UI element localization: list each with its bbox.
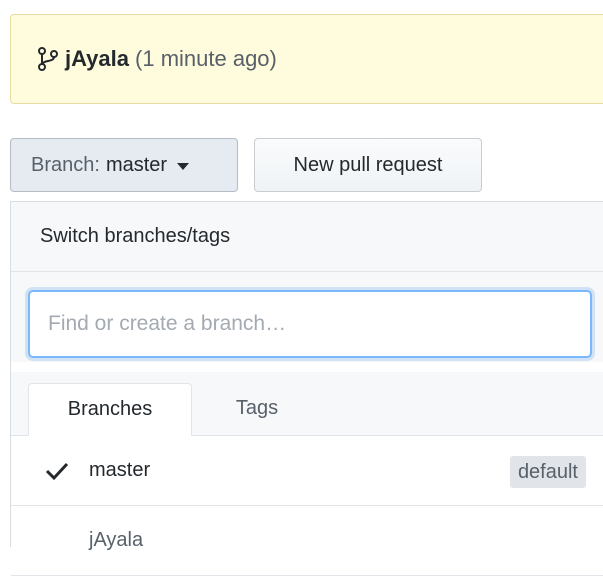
branch-item-master[interactable]: master default bbox=[11, 436, 603, 506]
caret-down-icon bbox=[177, 162, 190, 170]
commit-notice: jAyala (1 minute ago) bbox=[10, 14, 603, 104]
tab-branches[interactable]: Branches bbox=[28, 383, 192, 436]
tab-tags[interactable]: Tags bbox=[192, 382, 322, 435]
branch-filter bbox=[11, 272, 603, 362]
branch-prefix-label: Branch: bbox=[31, 153, 100, 176]
branch-name: master bbox=[89, 459, 151, 481]
branch-select-button[interactable]: Branch: master bbox=[10, 138, 238, 192]
check-icon bbox=[45, 460, 71, 482]
commit-author-link[interactable]: jAyala bbox=[65, 46, 129, 72]
branch-search-input[interactable] bbox=[28, 290, 592, 358]
branch-dropdown: Switch branches/tags Branches Tags maste… bbox=[10, 201, 603, 576]
commit-time: (1 minute ago) bbox=[135, 46, 277, 71]
default-badge: default bbox=[509, 456, 586, 488]
branch-name: jAyala bbox=[89, 529, 144, 551]
branch-tabs: Branches Tags bbox=[11, 372, 603, 436]
branch-item-jayala[interactable]: jAyala bbox=[11, 506, 603, 576]
branch-list: master default jAyala bbox=[11, 436, 603, 576]
branch-toolbar: Branch: master New pull request bbox=[10, 138, 482, 192]
git-branch-icon bbox=[37, 46, 59, 72]
dropdown-header: Switch branches/tags bbox=[11, 202, 603, 272]
current-branch-label: master bbox=[105, 153, 168, 176]
new-pull-request-button[interactable]: New pull request bbox=[254, 138, 482, 192]
